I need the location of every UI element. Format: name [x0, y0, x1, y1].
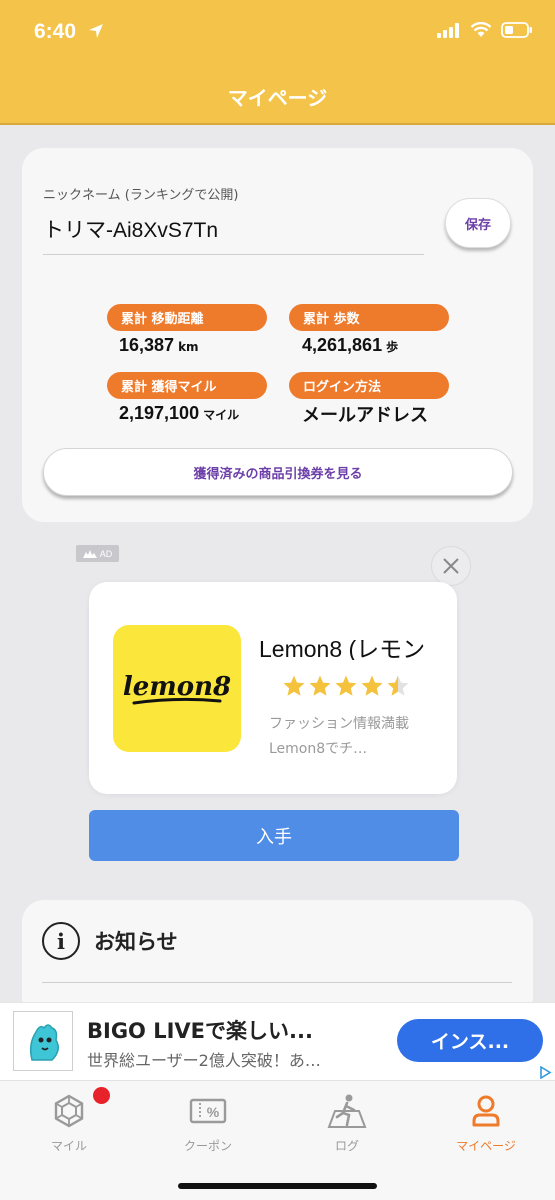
- rating-stars: [282, 674, 410, 698]
- page-title: マイページ: [227, 86, 328, 110]
- banner-ad-subtitle: 世界総ユーザー2億人突破！あ…: [87, 1051, 321, 1070]
- banner-ad-title: BIGO LIVEで楽しい...: [87, 1019, 313, 1043]
- star-icon: [335, 675, 357, 696]
- coupon-icon: %: [189, 1098, 227, 1124]
- svg-text:%: %: [207, 1104, 220, 1120]
- tab-mypage[interactable]: マイページ: [417, 1091, 555, 1154]
- tab-coupon[interactable]: % クーポン: [139, 1091, 277, 1154]
- svg-text:lemon8: lemon8: [123, 672, 231, 702]
- adchoices-icon[interactable]: [539, 1066, 552, 1079]
- half-star-icon: [387, 675, 409, 696]
- view-vouchers-button[interactable]: 獲得済みの商品引換券を見る: [43, 448, 513, 496]
- notice-divider: [42, 982, 512, 983]
- wifi-icon: [470, 22, 492, 37]
- battery-icon: [501, 22, 532, 38]
- tab-log[interactable]: ログ: [278, 1091, 416, 1154]
- tab-mile[interactable]: マイル: [0, 1091, 138, 1154]
- stat-value-steps: 4,261,861 歩: [302, 335, 399, 355]
- tab-label-mypage: マイページ: [456, 1139, 516, 1153]
- stat-label-distance: 累計 移動距離: [107, 304, 267, 331]
- mile-icon: [54, 1094, 84, 1128]
- install-button[interactable]: インス...: [397, 1019, 543, 1062]
- star-icon: [361, 675, 383, 696]
- home-indicator: [178, 1183, 377, 1189]
- ad-brand-icon: [82, 549, 97, 558]
- log-icon: [327, 1094, 367, 1128]
- mypage-icon: [472, 1095, 500, 1127]
- banner-ad[interactable]: BIGO LIVEで楽しい... 世界総ユーザー2億人突破！あ… インス...: [0, 1002, 555, 1080]
- tab-label-coupon: クーポン: [183, 1139, 232, 1153]
- stat-value-distance: 16,387 km: [119, 335, 199, 355]
- save-button[interactable]: 保存: [445, 198, 511, 248]
- star-icon: [309, 675, 331, 696]
- info-icon: i: [42, 922, 80, 960]
- status-icons: [437, 22, 533, 38]
- stat-label-login: ログイン方法: [289, 372, 449, 399]
- stat-label-miles: 累計 獲得マイル: [107, 372, 267, 399]
- bigo-app-icon: [13, 1011, 73, 1071]
- profile-card: ニックネーム (ランキングで公開) トリマ-Ai8XvS7Tn 保存 累計 移動…: [22, 148, 533, 522]
- location-arrow-icon: [89, 24, 103, 38]
- lemon8-app-icon: lemon8: [113, 625, 241, 752]
- tab-label-mile: マイル: [50, 1139, 87, 1153]
- ad-card[interactable]: lemon8 Lemon8 (レモン ファッション情報満載 Lemon8でチ…: [89, 582, 457, 794]
- app-header: 6:40 マイページ: [0, 0, 555, 125]
- nickname-label: ニックネーム (ランキングで公開): [43, 188, 239, 203]
- notice-title: お知らせ: [94, 930, 178, 954]
- get-app-button[interactable]: 入手: [89, 810, 459, 861]
- close-icon: [443, 558, 459, 574]
- ad-app-title: Lemon8 (レモン: [259, 636, 426, 660]
- ad-label: AD: [76, 545, 119, 562]
- ad-description: ファッション情報満載 Lemon8でチ…: [269, 716, 423, 757]
- status-time: 6:40: [34, 20, 77, 43]
- nickname-input[interactable]: トリマ-Ai8XvS7Tn: [43, 214, 218, 244]
- stat-label-steps: 累計 歩数: [289, 304, 449, 331]
- star-icon: [283, 675, 305, 696]
- nickname-underline: [43, 254, 424, 255]
- notification-badge: [93, 1087, 110, 1104]
- ad-close-button[interactable]: [431, 546, 471, 586]
- tab-label-log: ログ: [334, 1139, 359, 1153]
- stat-value-login: メールアドレス: [302, 405, 428, 426]
- stat-value-miles: 2,197,100 マイル: [119, 403, 240, 423]
- tab-bar: マイル % クーポン ログ マイページ: [0, 1080, 555, 1200]
- signal-icon: [437, 22, 459, 38]
